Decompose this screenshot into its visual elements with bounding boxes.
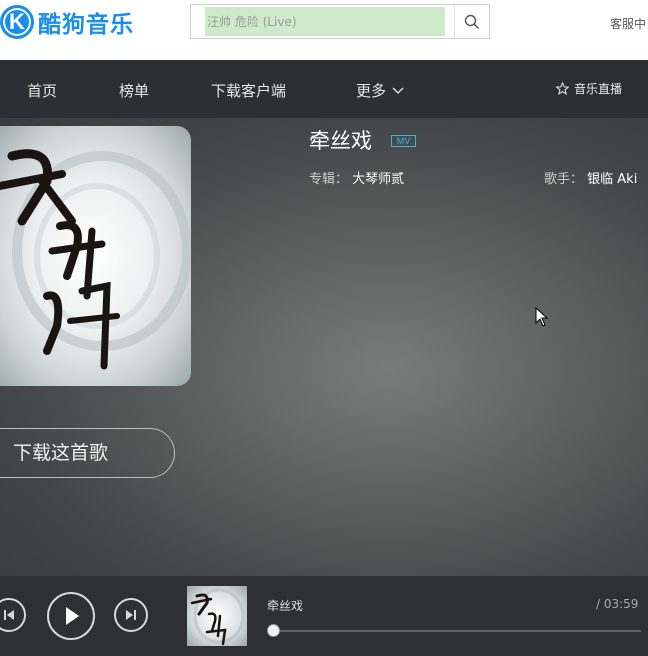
album-info: 专辑： 大琴师贰 bbox=[309, 168, 404, 187]
progress-handle[interactable] bbox=[267, 624, 280, 637]
main-nav: 首页 榜单 下载客户端 更多 音乐直播 bbox=[0, 60, 648, 118]
kugou-k-icon: K bbox=[0, 5, 34, 39]
album-label: 专辑： bbox=[309, 172, 349, 187]
top-header: K 酷狗音乐 客服中 bbox=[0, 0, 648, 60]
next-icon bbox=[126, 610, 136, 620]
nav-charts[interactable]: 榜单 bbox=[119, 80, 149, 101]
now-playing-cover-art bbox=[190, 588, 245, 646]
search-box bbox=[190, 4, 490, 39]
play-button[interactable] bbox=[47, 592, 95, 640]
search-input[interactable] bbox=[205, 7, 445, 36]
singer-name[interactable]: 银临 Aki bbox=[587, 172, 637, 187]
mouse-cursor-icon bbox=[535, 307, 549, 327]
mv-badge[interactable]: MV bbox=[391, 135, 416, 147]
nav-download-client[interactable]: 下载客户端 bbox=[211, 80, 286, 101]
previous-icon bbox=[4, 610, 14, 620]
nav-more[interactable]: 更多 bbox=[356, 80, 404, 101]
singer-label: 歌手： bbox=[544, 172, 584, 187]
search-icon bbox=[464, 14, 480, 29]
customer-service-link[interactable]: 客服中 bbox=[610, 15, 646, 32]
next-button[interactable] bbox=[114, 598, 148, 632]
logo-text: 酷狗音乐 bbox=[38, 12, 134, 38]
search-button[interactable] bbox=[454, 5, 489, 38]
star-icon bbox=[556, 82, 569, 95]
song-page: 牵丝戏 MV 专辑： 大琴师贰 歌手： 银临 Aki 下载这首歌 bbox=[0, 118, 648, 576]
nav-home[interactable]: 首页 bbox=[27, 80, 57, 101]
album-cover bbox=[0, 126, 191, 386]
nav-live-label: 音乐直播 bbox=[574, 82, 623, 96]
singer-info: 歌手： 银临 Aki bbox=[544, 168, 637, 187]
play-icon bbox=[66, 607, 79, 625]
previous-button[interactable] bbox=[0, 598, 26, 632]
nav-live[interactable]: 音乐直播 bbox=[556, 80, 622, 97]
album-cover-art bbox=[0, 149, 191, 370]
player-bar: 牵丝戏 / 03:59 bbox=[0, 576, 648, 656]
nav-more-label: 更多 bbox=[356, 82, 387, 100]
song-title: 牵丝戏 bbox=[309, 129, 372, 153]
album-name[interactable]: 大琴师贰 bbox=[352, 172, 404, 187]
chevron-down-icon bbox=[392, 87, 404, 94]
player-song-title: 牵丝戏 bbox=[267, 599, 304, 613]
now-playing-thumbnail[interactable] bbox=[187, 586, 247, 646]
kugou-logo[interactable]: K 酷狗音乐 bbox=[0, 2, 134, 42]
player-duration: / 03:59 bbox=[596, 597, 639, 611]
progress-track[interactable] bbox=[273, 630, 641, 632]
download-song-button[interactable]: 下载这首歌 bbox=[0, 428, 175, 478]
